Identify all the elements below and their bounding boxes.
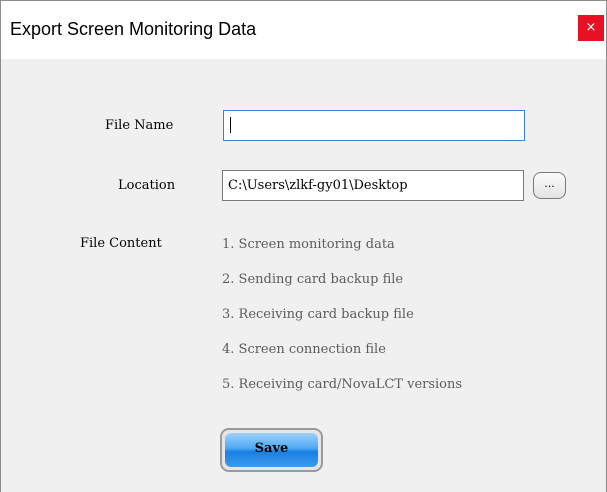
file-content-list: 1. Screen monitoring data 2. Sending car… xyxy=(222,236,462,411)
close-button[interactable]: × xyxy=(578,15,604,41)
location-field[interactable]: C:\Users\zlkf-gy01\Desktop xyxy=(222,170,524,201)
file-name-label: File Name xyxy=(105,118,174,133)
close-icon: × xyxy=(585,20,597,35)
dialog-title: Export Screen Monitoring Data xyxy=(10,19,257,39)
save-button[interactable]: Save xyxy=(220,428,323,472)
list-item: 5. Receiving card/NovaLCT versions xyxy=(222,377,463,392)
title-bar: Export Screen Monitoring Data × xyxy=(1,1,606,59)
browse-button[interactable]: ... xyxy=(533,172,566,199)
list-item: 2. Sending card backup file xyxy=(222,272,404,287)
text-caret xyxy=(230,117,231,133)
list-item: 3. Receiving card backup file xyxy=(222,307,414,322)
file-content-label: File Content xyxy=(80,236,162,251)
export-dialog: Export Screen Monitoring Data × File Nam… xyxy=(0,0,607,492)
file-name-input[interactable] xyxy=(223,110,525,141)
location-label: Location xyxy=(118,178,176,193)
list-item: 1. Screen monitoring data xyxy=(222,237,395,252)
save-button-label: Save xyxy=(225,433,318,467)
list-item: 4. Screen connection file xyxy=(222,342,386,357)
